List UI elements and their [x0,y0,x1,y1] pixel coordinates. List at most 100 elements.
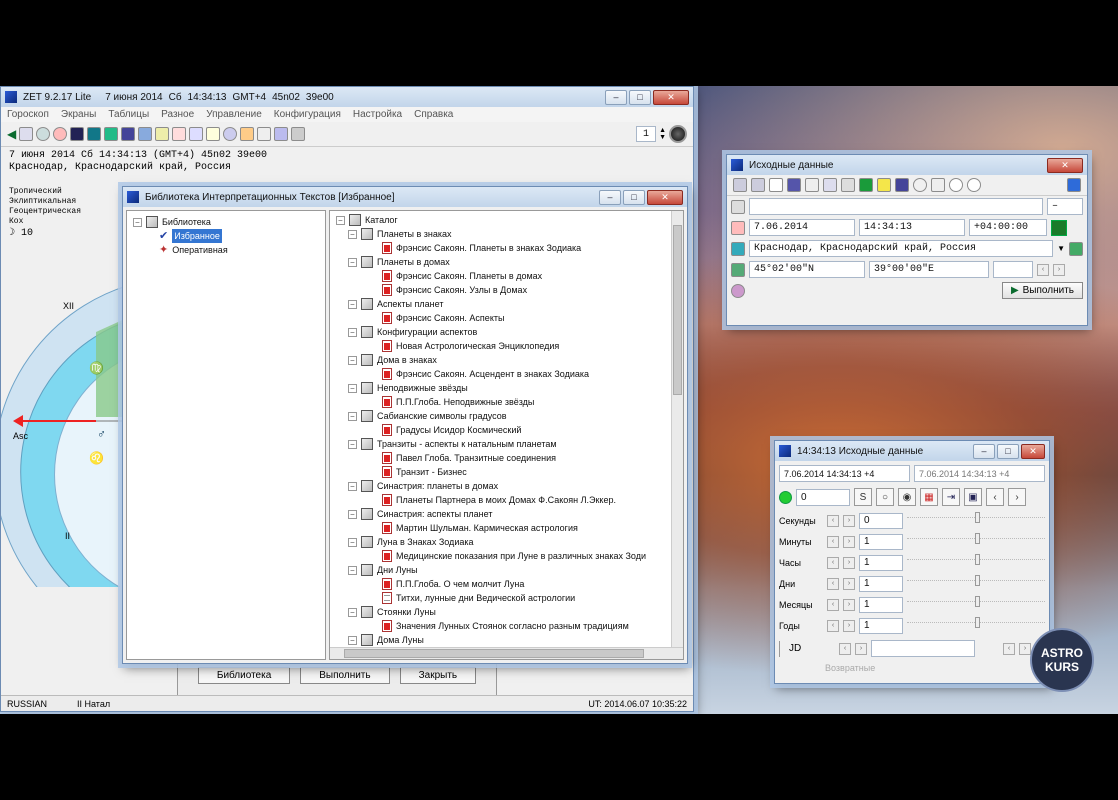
category-collapse-icon[interactable]: – [348,481,357,491]
catalog-book-row[interactable]: Фрэнсис Сакоян. Планеты в знаках Зодиака [336,241,677,255]
catalog-book-row[interactable]: Новая Астрологическая Энциклопедия [336,339,677,353]
close-button[interactable]: ✕ [653,89,689,105]
aspect-icon[interactable] [155,127,170,141]
category-collapse-icon[interactable]: – [348,565,357,575]
list-icon[interactable] [189,127,204,141]
slider-thumb[interactable] [975,574,980,586]
catalog-book-row[interactable]: Фрэнсис Сакоян. Узлы в Домах [336,283,677,297]
tz-select[interactable]: – [1047,198,1083,215]
menu-tables[interactable]: Таблицы [108,109,149,120]
catalog-book-row[interactable]: Фрэнсис Сакоян. Планеты в домах [336,269,677,283]
slider-thumb[interactable] [975,511,980,523]
time-step-field[interactable]: 1 [859,533,903,550]
slider-thumb[interactable] [975,532,980,544]
catalog-hscroll[interactable] [330,647,683,659]
green-status-icon[interactable] [1051,219,1067,236]
catalog-book-row[interactable]: Фрэнсис Сакоян. Асцендент в знаках Зодиа… [336,367,677,381]
green-l-icon[interactable] [859,178,873,192]
catalog-book-row[interactable]: Градусы Исидор Космический [336,423,677,437]
library-maximize-button[interactable]: □ [623,189,645,205]
prev-arrow-icon[interactable]: ‹ [1037,263,1049,276]
source-close-button[interactable]: ✕ [1047,157,1083,173]
slider-thumb[interactable] [975,595,980,607]
current-datetime-field[interactable]: 7.06.2014 14:34:13 +4 [779,465,910,482]
step-count-field[interactable]: 0 [796,488,850,506]
s-icon[interactable] [931,178,945,192]
latitude-field[interactable]: 45°02'00"N [749,261,865,278]
category-collapse-icon[interactable]: – [348,635,357,645]
catalog-category-row[interactable]: – Луна в Знаках Зодиака [336,535,677,549]
slider-thumb[interactable] [975,553,980,565]
zodiac-z-icon[interactable] [1067,178,1081,192]
catalog-category-row[interactable]: – Синастрия: планеты в домах [336,479,677,493]
time-step-slider[interactable] [907,532,1045,554]
chart-wheel-icon[interactable] [36,127,51,141]
time-step-field[interactable]: 1 [859,596,903,613]
catalog-book-row[interactable]: П.П.Глоба. О чем молчит Луна [336,577,677,591]
decrement-icon[interactable]: ‹ [827,556,839,569]
target-datetime-field[interactable]: 7.06.2014 14:34:13 +4 [914,465,1045,482]
catalog-category-row[interactable]: – Планеты в домах [336,255,677,269]
table-icon[interactable] [19,127,34,141]
antenna-icon[interactable] [257,127,272,141]
library-close-button[interactable]: ✕ [647,189,683,205]
catalog-root-row[interactable]: – Каталог [336,213,677,227]
planet-icon[interactable] [138,127,153,141]
menu-horoscope[interactable]: Гороскоп [7,109,49,120]
time-minimize-button[interactable]: – [973,443,995,459]
execute-button-bg[interactable]: Выполнить [300,666,390,684]
catalog-book-row[interactable]: Титхи, лунные дни Ведической астрологии [336,591,677,605]
time-step-field[interactable]: 1 [859,617,903,634]
catalog-category-row[interactable]: – Неподвижные звёзды [336,381,677,395]
catalog-category-row[interactable]: – Стоянки Луны [336,605,677,619]
time-step-field[interactable]: 1 [859,554,903,571]
catalog-category-row[interactable]: – Дома Луны [336,633,677,647]
catalog-vscroll[interactable] [671,211,683,659]
jd-prev2-icon[interactable]: ‹ [1003,642,1015,655]
library-root-row[interactable]: – Библиотека [133,215,319,229]
minimize-button[interactable]: – [605,89,627,105]
catalog-book-row[interactable]: Планеты Партнера в моих Домах Ф.Сакоян Л… [336,493,677,507]
category-collapse-icon[interactable]: – [348,411,357,421]
jd-prev-icon[interactable]: ‹ [839,642,851,655]
globe-small-icon[interactable] [1069,241,1083,256]
increment-icon[interactable]: › [843,535,855,548]
time-step-field[interactable]: 1 [859,575,903,592]
catalog-category-row[interactable]: – Аспекты планет [336,297,677,311]
place-dropdown-icon[interactable]: ▼ [1057,244,1065,253]
menu-configuration[interactable]: Конфигурация [274,109,341,120]
page-spinner[interactable]: ▲ ▼ [659,127,666,141]
jd-next2-icon[interactable]: › [1019,642,1031,655]
step-forward-icon[interactable]: › [1008,488,1026,506]
catalog-category-row[interactable]: – Дни Луны [336,563,677,577]
grid-icon[interactable] [104,127,119,141]
name-field[interactable] [749,198,1043,215]
menu-misc[interactable]: Разное [161,109,194,120]
catalog-vscroll-thumb[interactable] [673,225,682,395]
category-collapse-icon[interactable]: – [348,229,357,239]
slider-thumb[interactable] [975,616,980,628]
globe-icon[interactable] [669,125,687,143]
decrement-icon[interactable]: ‹ [827,598,839,611]
tools-icon[interactable] [240,127,255,141]
settings-wheel-icon[interactable] [223,127,238,141]
date-field[interactable]: 7.06.2014 [749,219,855,236]
library-minimize-button[interactable]: – [599,189,621,205]
catalog-book-row[interactable]: Фрэнсис Сакоян. Аспекты [336,311,677,325]
green-run-icon[interactable] [779,490,792,504]
category-collapse-icon[interactable]: – [348,299,357,309]
category-collapse-icon[interactable]: – [348,327,357,337]
page-number-field[interactable]: 1 [636,126,657,142]
increment-icon[interactable]: › [843,577,855,590]
maximize-button[interactable]: □ [629,89,651,105]
decrement-icon[interactable]: ‹ [827,619,839,632]
extra-field[interactable] [993,261,1033,278]
close-dialog-button[interactable]: Закрыть [399,666,477,684]
category-collapse-icon[interactable]: – [348,509,357,519]
copy-icon[interactable] [733,178,747,192]
radio-dot-icon[interactable] [949,178,963,192]
catalog-category-row[interactable]: – Транзиты - аспекты к натальным планетам [336,437,677,451]
category-collapse-icon[interactable]: – [348,355,357,365]
collapse-icon[interactable]: – [133,217,142,227]
catalog-collapse-icon[interactable]: – [336,215,345,225]
